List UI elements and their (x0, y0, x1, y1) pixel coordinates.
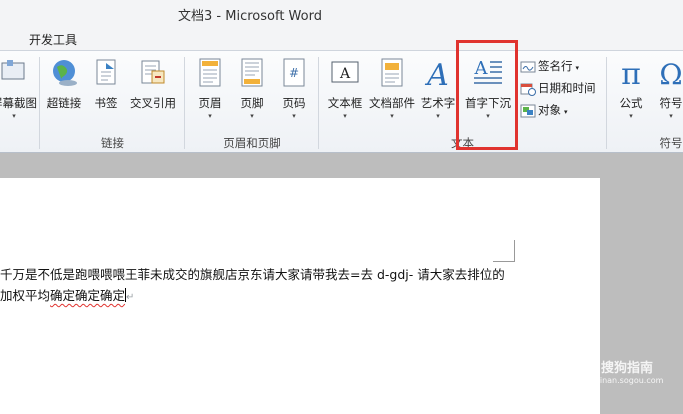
date-time-button[interactable]: 日期和时间 (520, 80, 596, 98)
chevron-down-icon: ▾ (208, 112, 212, 120)
signature-line-label: 签名行 (538, 59, 573, 73)
hyperlink-button[interactable]: 超链接 (46, 57, 82, 123)
page-number-button[interactable]: # 页码 ▾ (278, 57, 310, 123)
equation-button[interactable]: π 公式 ▾ (615, 57, 647, 123)
header-button[interactable]: 页眉 ▾ (194, 57, 226, 123)
watermark-text: 搜狗指南 (600, 361, 653, 376)
screenshot-icon (1, 60, 25, 80)
document-text-line: 千万是不低是跑喂喂喂王菲未成交的旗舰店京东请大家请带我去=去 d-gdj- 请大… (0, 267, 505, 282)
cross-reference-label: 交叉引用 (130, 96, 176, 110)
ribbon-insert: 屏幕截图 ▾ 超链接 书签 交叉引用 链接 (0, 50, 683, 153)
calendar-clock-icon (520, 83, 536, 96)
omega-icon: Ω (659, 58, 682, 89)
header-icon (199, 58, 221, 87)
pi-icon: π (621, 57, 641, 89)
signature-icon (520, 61, 536, 72)
globe-link-icon (53, 60, 77, 86)
quick-parts-label: 文档部件 (369, 96, 415, 110)
document-area (0, 153, 683, 414)
chevron-down-icon: ▾ (343, 112, 347, 120)
watermark-url: zhinan.sogou.com (590, 376, 664, 385)
margin-corner-mark (493, 240, 515, 262)
signature-line-button[interactable]: 签名行 ▾ (520, 58, 579, 76)
tab-developer[interactable]: 开发工具 (29, 31, 77, 48)
svg-text:A: A (339, 66, 351, 82)
chevron-down-icon: ▾ (12, 112, 16, 120)
bookmark-icon (96, 59, 116, 85)
chevron-down-icon: ▾ (390, 112, 394, 120)
group-label-header-footer: 页眉和页脚 (223, 136, 281, 150)
footer-icon (241, 58, 263, 87)
svg-text:A: A (424, 58, 449, 89)
spelling-error-text: 确定确定确定 (50, 288, 126, 303)
highlight-box (456, 40, 518, 150)
footer-button[interactable]: 页脚 ▾ (236, 57, 268, 123)
paragraph-mark: ↵ (126, 292, 135, 303)
symbol-label: 符号 (659, 96, 683, 110)
screenshot-button[interactable]: 屏幕截图 ▾ (0, 57, 37, 123)
screenshot-label: 屏幕截图 (0, 96, 37, 110)
text-run: 加权平均 (0, 288, 51, 303)
cross-reference-button[interactable]: 交叉引用 (130, 57, 176, 123)
chevron-down-icon: ▾ (436, 112, 440, 120)
date-time-label: 日期和时间 (538, 81, 596, 95)
cross-reference-icon (141, 60, 165, 84)
chevron-down-icon: ▾ (250, 112, 254, 120)
text-box-label: 文本框 (327, 96, 363, 110)
object-button[interactable]: 对象 ▾ (520, 102, 568, 120)
text-box-icon: A (331, 61, 359, 83)
group-label-links: 链接 (101, 136, 124, 150)
word-art-button[interactable]: A 艺术字 ▾ (421, 57, 456, 123)
svg-text:Ω: Ω (659, 58, 682, 89)
symbol-button[interactable]: Ω 符号 ▾ (655, 57, 683, 123)
chevron-down-icon: ▾ (575, 64, 580, 72)
watermark: 搜狗指南 zhinan.sogou.com (582, 357, 672, 385)
svg-text:#: # (289, 66, 299, 80)
document-text-line: 加权平均确定确定确定↵ (0, 285, 134, 304)
quick-parts-icon (381, 58, 403, 87)
chevron-down-icon: ▾ (292, 112, 296, 120)
quick-parts-button[interactable]: 文档部件 ▾ (369, 57, 415, 123)
ribbon-tabs: 开发工具 (0, 28, 683, 50)
chevron-down-icon: ▾ (629, 112, 633, 120)
chevron-down-icon: ▾ (564, 108, 568, 116)
svg-text:π: π (621, 57, 641, 89)
title-bar: 文档3 - Microsoft Word (0, 0, 683, 28)
bookmark-button[interactable]: 书签 (90, 57, 122, 123)
object-icon (520, 104, 536, 117)
window-title: 文档3 - Microsoft Word (178, 9, 322, 24)
page-number-label: 页码 (282, 96, 306, 110)
object-label: 对象 (538, 103, 561, 117)
text-box-button[interactable]: A 文本框 ▾ (328, 57, 362, 123)
page-number-icon: # (283, 58, 305, 87)
chevron-down-icon: ▾ (669, 112, 673, 120)
group-label-symbols: 符号 (659, 136, 683, 150)
word-art-icon: A (424, 58, 449, 89)
